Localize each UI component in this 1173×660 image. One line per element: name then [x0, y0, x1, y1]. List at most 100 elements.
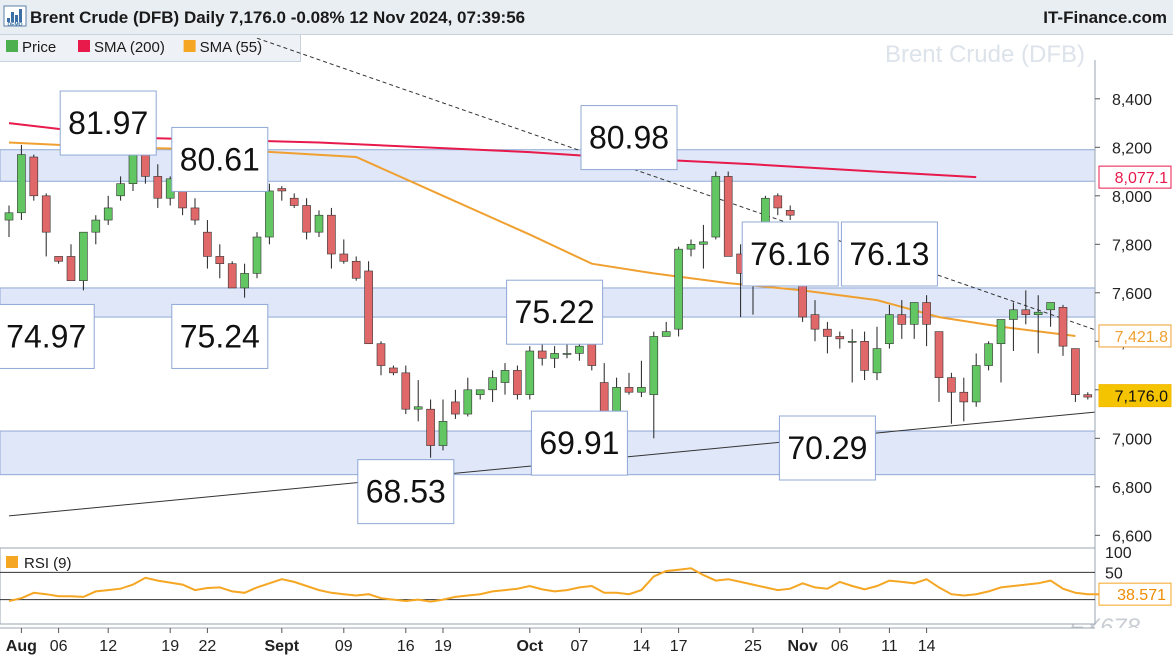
candle-body	[823, 328, 832, 337]
candle	[637, 360, 646, 398]
candle	[91, 215, 101, 245]
candle-body	[835, 336, 845, 340]
candle	[451, 389, 460, 419]
candle	[29, 154, 39, 201]
y-tick-label: 6,600	[1112, 528, 1152, 545]
candle-body	[699, 241, 708, 245]
candle-body	[401, 372, 411, 410]
annotation-text: 76.16	[750, 236, 830, 272]
candle-body	[103, 207, 113, 221]
x-tick-label: 22	[199, 638, 217, 655]
watermark-text: Brent Crude (DFB)	[885, 41, 1085, 68]
annotation-text: 75.24	[180, 318, 260, 354]
annotation-label: 75.22	[506, 279, 604, 345]
annotation-text: 74.97	[6, 318, 86, 354]
candle	[513, 365, 522, 400]
legend-swatch-1	[78, 40, 90, 52]
candle-body	[376, 343, 386, 366]
candle	[996, 319, 1006, 383]
candle-body	[364, 270, 373, 345]
candle	[215, 244, 225, 279]
candle-body	[562, 353, 572, 355]
x-tick-label: 17	[670, 638, 688, 655]
rsi-title: RSI (9)	[24, 555, 72, 572]
candle-body	[934, 331, 944, 378]
candle	[1071, 348, 1080, 402]
candle	[1009, 302, 1018, 351]
candle-body	[525, 350, 535, 395]
candle-body	[17, 154, 26, 214]
rsi-tick-label: 50	[1105, 565, 1123, 582]
annotation-text: 80.98	[589, 120, 669, 156]
candle-body	[153, 176, 163, 199]
candle-body	[537, 350, 547, 359]
candle	[1058, 304, 1068, 356]
candle	[971, 353, 981, 407]
candle	[624, 372, 634, 395]
candle	[339, 239, 349, 264]
candle-body	[847, 340, 857, 343]
legend-label-1: SMA (200)	[94, 39, 165, 56]
candle	[190, 198, 200, 225]
candle-body	[1033, 311, 1043, 315]
candle	[649, 331, 659, 439]
x-tick-label: 06	[50, 638, 68, 655]
candle	[711, 171, 721, 240]
x-tick-label: 25	[744, 638, 762, 655]
annotation-text: 68.53	[366, 474, 446, 510]
rsi-legend-swatch	[6, 556, 18, 568]
candle-body	[426, 408, 435, 446]
candle-body	[785, 210, 795, 216]
price-tag-text: 7,176.0	[1115, 389, 1168, 406]
candle-body	[513, 370, 522, 395]
candle-body	[451, 401, 460, 415]
candle-body	[612, 387, 621, 415]
annotation-label: 80.61	[171, 126, 269, 192]
candle-body	[141, 154, 150, 177]
x-tick-label: 12	[99, 638, 117, 655]
legend-label-0: Price	[22, 39, 56, 56]
candle-body	[277, 188, 287, 192]
candle	[389, 365, 398, 376]
candle-body	[897, 314, 907, 325]
candle	[785, 205, 795, 221]
candle-body	[1071, 348, 1080, 395]
candle-body	[302, 205, 311, 233]
candle-body	[463, 389, 473, 415]
logo-bar	[11, 12, 14, 22]
candle	[289, 193, 299, 208]
candle	[463, 377, 473, 417]
x-tick-label: Aug	[6, 638, 37, 655]
price-tag-text: 8,077.1	[1115, 170, 1168, 187]
annotation-label: 74.97	[0, 303, 95, 369]
candle	[500, 363, 510, 395]
candle	[847, 329, 857, 383]
y-tick-label: 7,600	[1112, 286, 1152, 303]
candle-body	[351, 260, 361, 279]
candle-body	[389, 367, 398, 374]
candle-body	[810, 314, 820, 330]
rsi-tick-label: 100	[1105, 545, 1132, 562]
chart-root: DEMO Brent Crude (DFB) Daily 7,176.0 -0.0…	[0, 0, 1173, 660]
y-tick-label: 6,800	[1112, 480, 1152, 497]
candle	[661, 321, 671, 337]
candle-body	[637, 387, 646, 393]
candle-body	[500, 370, 510, 383]
candle	[835, 331, 845, 349]
candle-body	[649, 336, 659, 395]
x-tick-label: Oct	[516, 638, 543, 655]
candle	[686, 239, 696, 257]
annotation-label: 76.16	[741, 221, 839, 287]
annotation-text: 70.29	[787, 430, 867, 466]
candle	[934, 331, 944, 402]
candle-body	[91, 219, 101, 233]
candle-body	[438, 421, 448, 446]
candle	[1083, 392, 1093, 400]
candle-body	[116, 183, 125, 197]
price-tag-text: 7,421.8	[1115, 329, 1168, 346]
x-tick-label: 14	[633, 638, 651, 655]
candle-body	[66, 256, 76, 281]
annotation-label: 75.24	[171, 303, 269, 369]
candle	[17, 144, 26, 221]
candle	[4, 205, 14, 238]
